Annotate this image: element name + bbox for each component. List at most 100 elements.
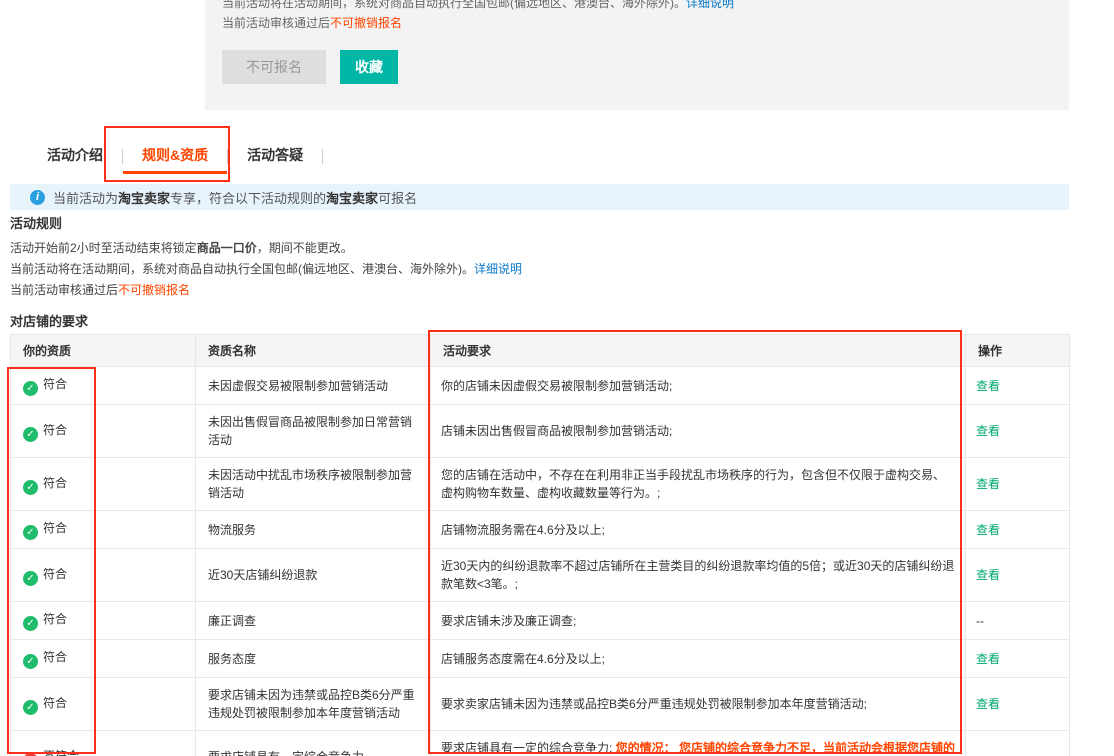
status-label: 符合	[43, 566, 68, 581]
tab-bar: 活动介绍 规则&资质 活动答疑	[28, 138, 324, 174]
table-row: ✕ 不符合 要求店铺具有一定综合竞争力要求店铺具有一定的综合竞争力; 您的情况： 您…	[10, 730, 1070, 756]
requirements-table: 你的资质 资质名称 活动要求 操作 ✓ 符合 未因虚假交易被限制参加营销活动 你的店铺…	[10, 334, 1070, 756]
requirement-text: 要求店铺具有一定的综合竞争力; 您的情况： 您店铺的综合竞争力不足，当前活动会根…	[430, 730, 966, 756]
cannot-register-button: 不可报名	[222, 50, 326, 84]
status-label: 符合	[43, 612, 68, 626]
table-row: ✓ 符合 要求店铺未因为违禁或品控B类6分严重违规处罚被限制参加本年度营销活动 要求卖…	[10, 677, 1070, 731]
action-cell: 查看	[965, 548, 1070, 602]
action-cell: 查看	[965, 404, 1070, 458]
tab-separator	[322, 148, 324, 164]
requirement-text: 店铺未因出售假冒商品被限制参加营销活动;	[430, 404, 966, 458]
qualification-name: 未因虚假交易被限制参加营销活动	[195, 366, 431, 405]
requirement-text: 要求店铺未涉及廉正调查;	[430, 601, 966, 640]
status-label: 符合	[43, 650, 68, 664]
table-row: ✓ 符合 廉正调查 要求店铺未涉及廉正调查; --	[10, 601, 1070, 640]
qualification-name: 服务态度	[195, 639, 431, 678]
qualification-name: 要求店铺未因为违禁或品控B类6分严重违规处罚被限制参加本年度营销活动	[195, 677, 431, 731]
status-label: 不符合	[43, 748, 80, 756]
no-cancel-warning: 不可撤销报名	[118, 283, 191, 297]
action-cell: 查看	[965, 510, 1070, 549]
table-row: ✓ 符合 未因活动中扰乱市场秩序被限制参加营销活动 您的店铺在活动中，不存在在利用非正…	[10, 457, 1070, 511]
detail-link[interactable]: 详细说明	[474, 262, 522, 276]
requirement-main-text: 近30天内的纠纷退款率不超过店铺所在主营类目的纠纷退款率均值的5倍；或近30天的…	[441, 559, 955, 591]
cross-circle-icon: ✕	[23, 752, 38, 756]
view-link[interactable]: 查看	[976, 424, 1000, 438]
view-link[interactable]: 查看	[976, 523, 1000, 537]
view-link[interactable]: 查看	[976, 652, 1000, 666]
requirement-text: 近30天内的纠纷退款率不超过店铺所在主营类目的纠纷退款率均值的5倍；或近30天的…	[430, 548, 966, 602]
check-circle-icon: ✓	[23, 570, 38, 586]
table-row: ✓ 符合 近30天店铺纠纷退款 近30天内的纠纷退款率不超过店铺所在主营类目的纠纷退款…	[10, 548, 1070, 602]
requirement-main-text: 要求店铺具有一定的综合竞争力;	[441, 741, 613, 755]
table-row: ✓ 符合 未因出售假冒商品被限制参加日常营销活动 店铺未因出售假冒商品被限制参加营销活…	[10, 404, 1070, 458]
qualification-name: 近30天店铺纠纷退款	[195, 548, 431, 602]
status-label: 符合	[43, 521, 68, 535]
rule-line-price-lock: 活动开始前2小时至活动结束将锁定商品一口价，期间不能更改。	[10, 241, 353, 255]
check-circle-icon: ✓	[23, 699, 38, 715]
check-circle-icon: ✓	[23, 616, 38, 631]
activity-summary-panel: 当前活动将在活动期间，系统对商品自动执行全国包邮(偏远地区、港澳台、海外除外)。…	[205, 0, 1069, 110]
status-cell: ✓ 符合	[10, 639, 196, 678]
requirement-text: 店铺服务态度需在4.6分及以上;	[430, 639, 966, 678]
status-label: 符合	[43, 377, 68, 391]
view-link[interactable]: 查看	[976, 379, 1000, 393]
tab-activity-intro[interactable]: 活动介绍	[28, 138, 122, 174]
check-circle-icon: ✓	[23, 426, 38, 442]
status-cell: ✕ 不符合	[10, 730, 196, 756]
status-cell: ✓ 符合	[10, 457, 196, 511]
action-cell: --	[965, 730, 1070, 756]
requirement-text: 店铺物流服务需在4.6分及以上;	[430, 510, 966, 549]
check-circle-icon: ✓	[23, 525, 38, 540]
qualification-name: 廉正调查	[195, 601, 431, 640]
status-label: 符合	[43, 422, 68, 437]
audit-warning-line: 当前活动审核通过后不可撤销报名	[222, 16, 403, 30]
shipping-policy-text: 当前活动将在活动期间，系统对商品自动执行全国包邮(偏远地区、港澳台、海外除外)。	[222, 0, 686, 10]
tab-activity-qa[interactable]: 活动答疑	[228, 138, 322, 174]
status-cell: ✓ 符合	[10, 366, 196, 405]
rule-line-no-cancel: 当前活动审核通过后不可撤销报名	[10, 283, 191, 297]
view-link[interactable]: 查看	[976, 477, 1000, 491]
status-cell: ✓ 符合	[10, 677, 196, 731]
requirement-text: 您的店铺在活动中，不存在在利用非正当手段扰乱市场秩序的行为，包含但不仅限于虚构交…	[430, 457, 966, 511]
qualification-name: 未因出售假冒商品被限制参加日常营销活动	[195, 404, 431, 458]
view-link[interactable]: 查看	[976, 568, 1000, 582]
status-cell: ✓ 符合	[10, 601, 196, 640]
requirement-text: 你的店铺未因虚假交易被限制参加营销活动;	[430, 366, 966, 405]
column-header-name: 资质名称	[195, 334, 431, 367]
action-cell: --	[965, 601, 1070, 640]
view-link[interactable]: 查看	[976, 697, 1000, 711]
requirement-main-text: 店铺未因出售假冒商品被限制参加营销活动;	[441, 424, 673, 438]
action-cell: 查看	[965, 457, 1070, 511]
activity-rules-section: 活动规则 活动开始前2小时至活动结束将锁定商品一口价，期间不能更改。 当前活动将…	[10, 213, 1069, 301]
column-header-action: 操作	[965, 334, 1070, 367]
action-cell: 查看	[965, 366, 1070, 405]
status-label: 符合	[43, 475, 68, 490]
column-header-requirement: 活动要求	[430, 334, 966, 367]
detail-link[interactable]: 详细说明	[686, 0, 734, 10]
requirement-text: 要求卖家店铺未因为违禁或品控B类6分严重违规处罚被限制参加本年度营销活动;	[430, 677, 966, 731]
table-row: ✓ 符合 物流服务 店铺物流服务需在4.6分及以上; 查看	[10, 510, 1070, 549]
requirements-title: 对店铺的要求	[10, 314, 89, 329]
status-cell: ✓ 符合	[10, 404, 196, 458]
status-cell: ✓ 符合	[10, 510, 196, 549]
action-buttons: 不可报名 收藏	[222, 50, 1069, 84]
qualification-name: 物流服务	[195, 510, 431, 549]
requirement-main-text: 店铺服务态度需在4.6分及以上;	[441, 651, 606, 666]
no-cancel-warning: 不可撤销报名	[330, 16, 403, 30]
action-cell: 查看	[965, 639, 1070, 678]
status-cell: ✓ 符合	[10, 548, 196, 602]
qualification-name: 未因活动中扰乱市场秩序被限制参加营销活动	[195, 457, 431, 511]
requirement-main-text: 您的店铺在活动中，不存在在利用非正当手段扰乱市场秩序的行为，包含但不仅限于虚构交…	[441, 468, 946, 500]
rules-title: 活动规则	[10, 216, 63, 231]
info-icon: i	[30, 189, 45, 205]
action-cell: 查看	[965, 677, 1070, 731]
table-row: ✓ 符合 未因虚假交易被限制参加营销活动 你的店铺未因虚假交易被限制参加营销活动; 查看	[10, 366, 1070, 405]
check-circle-icon: ✓	[23, 479, 38, 495]
rule-line-shipping: 当前活动将在活动期间，系统对商品自动执行全国包邮(偏远地区、港澳台、海外除外)。…	[10, 262, 523, 276]
column-header-status: 你的资质	[10, 334, 196, 367]
shipping-policy-line: 当前活动将在活动期间，系统对商品自动执行全国包邮(偏远地区、港澳台、海外除外)。…	[222, 0, 1069, 13]
notice-banner: i 当前活动为 淘宝卖家 专享，符合以下活动规则的 淘宝卖家 可报名	[10, 184, 1069, 210]
favorite-button[interactable]: 收藏	[340, 50, 398, 84]
tab-rules-qualifications[interactable]: 规则&资质	[123, 138, 228, 174]
requirements-table-body: ✓ 符合 未因虚假交易被限制参加营销活动 你的店铺未因虚假交易被限制参加营销活动; 查看…	[10, 366, 1070, 756]
